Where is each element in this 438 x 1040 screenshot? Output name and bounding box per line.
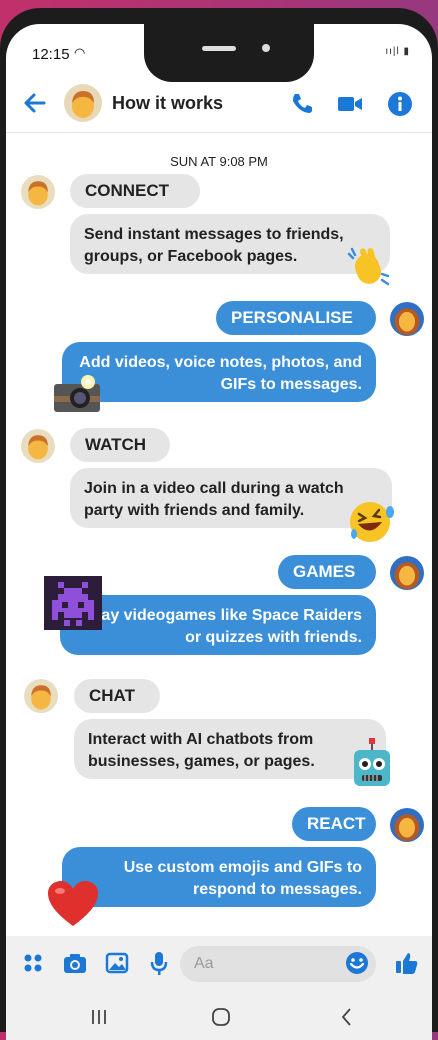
message-label[interactable]: CHAT — [74, 679, 160, 713]
message-bubble[interactable]: Add videos, voice notes, photos, and GIF… — [62, 342, 376, 402]
apps-icon[interactable] — [20, 950, 46, 976]
camera-with-flash-icon — [52, 374, 106, 419]
message-timestamp: SUN AT 9:08 PM — [170, 154, 268, 169]
status-icons: ıı|l ▮ — [385, 46, 410, 57]
laughing-face-icon — [348, 498, 396, 549]
screen: 12:15 ◠ ıı|l ▮ How it works SUN AT 9:08 … — [6, 24, 432, 1040]
avatar[interactable] — [64, 84, 102, 122]
space-invader-icon — [44, 576, 102, 635]
heart-icon — [46, 880, 100, 933]
chat-header: How it works — [6, 76, 432, 133]
message-label[interactable]: PERSONALISE — [216, 301, 376, 335]
message-label[interactable]: CONNECT — [70, 174, 200, 208]
home-icon[interactable] — [210, 1006, 232, 1028]
recent-apps-icon[interactable] — [88, 1006, 110, 1028]
avatar[interactable] — [390, 556, 424, 590]
microphone-icon[interactable] — [146, 950, 172, 976]
message-label[interactable]: GAMES — [278, 555, 376, 589]
message-label[interactable]: REACT — [292, 807, 376, 841]
info-icon[interactable] — [386, 90, 414, 118]
avatar[interactable] — [390, 808, 424, 842]
message-label[interactable]: WATCH — [70, 428, 170, 462]
thumbs-up-icon[interactable] — [394, 950, 420, 976]
message-bubble[interactable]: Send instant messages to friends, groups… — [70, 214, 390, 274]
status-time: 12:15 — [32, 46, 70, 63]
back-arrow-icon[interactable] — [22, 90, 48, 116]
camera-icon[interactable] — [62, 950, 88, 976]
robot-icon — [352, 736, 392, 795]
video-camera-icon[interactable] — [336, 90, 364, 118]
avatar[interactable] — [390, 302, 424, 336]
message-bubble[interactable]: Join in a video call during a watch part… — [70, 468, 392, 528]
avatar[interactable] — [24, 679, 58, 713]
avatar[interactable] — [21, 429, 55, 463]
emoji-icon[interactable] — [344, 950, 370, 976]
phone-icon[interactable] — [288, 90, 316, 118]
message-bubble[interactable]: Interact with AI chatbots from businesse… — [74, 719, 386, 779]
message-bubble[interactable]: Play videogames like Space Raiders or qu… — [60, 595, 376, 655]
camera-notch — [144, 24, 314, 82]
page-title: How it works — [112, 93, 224, 113]
wifi-icon: ◠ — [74, 45, 86, 60]
avatar[interactable] — [21, 175, 55, 209]
phone-frame: 12:15 ◠ ıı|l ▮ How it works SUN AT 9:08 … — [0, 8, 438, 1040]
back-icon[interactable] — [336, 1006, 358, 1028]
message-bubble[interactable]: Use custom emojis and GIFs to respond to… — [62, 847, 376, 907]
system-nav-bar — [6, 992, 432, 1040]
waving-hand-icon — [346, 246, 392, 295]
composer-bar — [6, 936, 432, 992]
image-icon[interactable] — [104, 950, 130, 976]
